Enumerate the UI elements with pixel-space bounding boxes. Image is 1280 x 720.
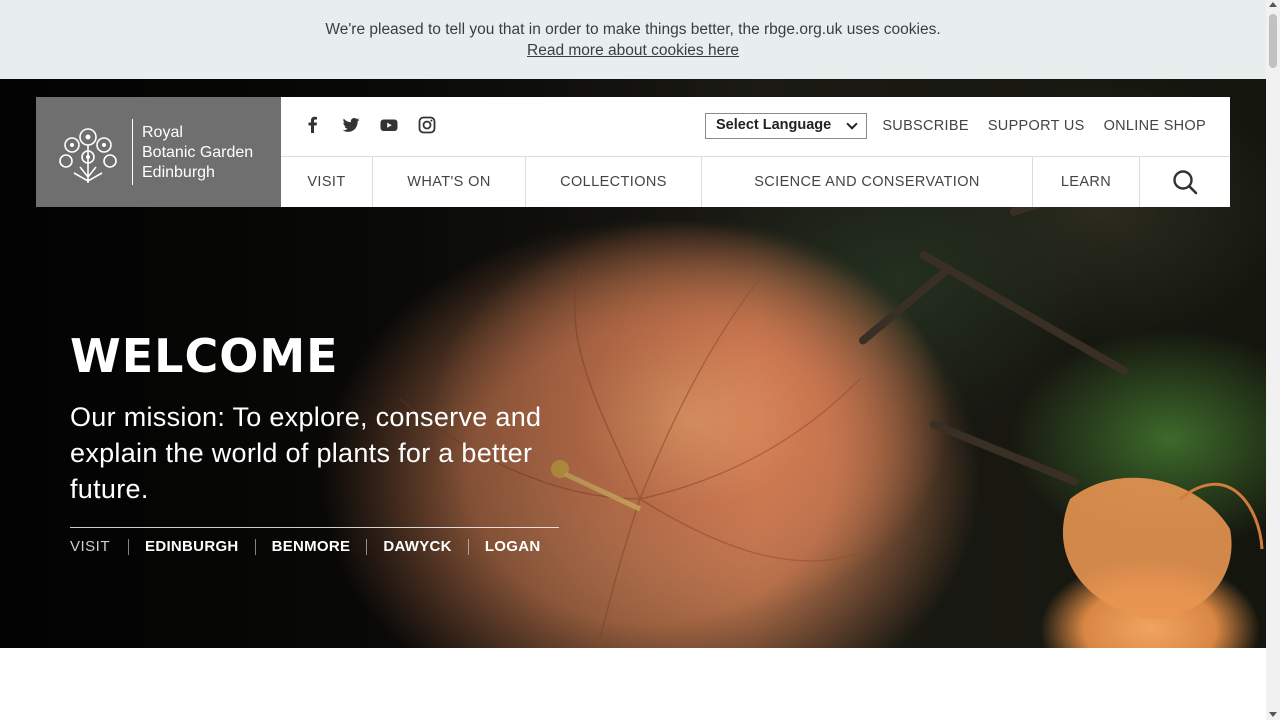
nav-item-whats-on[interactable]: WHAT'S ON [373, 157, 526, 207]
nav-item-science-and-conservation[interactable]: SCIENCE AND CONSERVATION [702, 157, 1033, 207]
cookie-read-more-link[interactable]: Read more about cookies here [527, 42, 739, 59]
garden-visit-links: VISIT EDINBURGH BENMORE DAWYCK LOGAN [70, 527, 559, 555]
chevron-down-icon [846, 118, 858, 130]
main-navigation: VISIT WHAT'S ON COLLECTIONS SCIENCE AND … [281, 157, 1230, 207]
logo-line: Edinburgh [142, 164, 215, 181]
nav-item-visit[interactable]: VISIT [281, 157, 373, 207]
subscribe-link[interactable]: SUBSCRIBE [882, 118, 969, 134]
logo-divider [132, 119, 133, 185]
nav-item-collections[interactable]: COLLECTIONS [526, 157, 702, 207]
scroll-up-arrow-icon[interactable] [1269, 2, 1277, 7]
garden-link-edinburgh[interactable]: EDINBURGH [129, 538, 255, 555]
page-scrollbar[interactable] [1266, 0, 1280, 720]
visit-label: VISIT [70, 538, 111, 555]
logo-line: Royal [142, 124, 183, 141]
language-select-label: Select Language [716, 117, 832, 133]
garden-link-dawyck[interactable]: DAWYCK [367, 538, 467, 555]
online-shop-link[interactable]: ONLINE SHOP [1104, 118, 1206, 134]
logo-text: Royal Botanic Garden Edinburgh [142, 123, 253, 183]
hero-title: WELCOME [70, 329, 339, 383]
cookie-banner: We're pleased to tell you that in order … [0, 0, 1266, 79]
botanic-flower-emblem-icon [59, 128, 117, 183]
garden-link-benmore[interactable]: BENMORE [256, 538, 367, 555]
utility-bar: Select Language SUBSCRIBE SUPPORT US ONL… [281, 97, 1230, 157]
facebook-icon[interactable] [303, 115, 323, 135]
hero-mission-text: Our mission: To explore, conserve and ex… [70, 402, 542, 504]
utility-links: SUBSCRIBE SUPPORT US ONLINE SHOP [882, 118, 1206, 134]
twitter-icon[interactable] [341, 115, 361, 135]
language-select[interactable]: Select Language [705, 113, 867, 139]
instagram-icon[interactable] [417, 115, 437, 135]
logo-line: Botanic Garden [142, 144, 254, 161]
site-logo[interactable]: Royal Botanic Garden Edinburgh [36, 97, 281, 207]
cookie-message: We're pleased to tell you that in order … [325, 21, 941, 38]
youtube-icon[interactable] [379, 115, 399, 135]
scroll-thumb[interactable] [1269, 14, 1277, 68]
nav-item-learn[interactable]: LEARN [1033, 157, 1140, 207]
scroll-down-arrow-icon[interactable] [1269, 712, 1277, 717]
search-icon [1173, 170, 1198, 195]
search-button[interactable] [1140, 157, 1230, 207]
social-links [303, 115, 437, 135]
garden-link-logan[interactable]: LOGAN [469, 538, 541, 555]
support-us-link[interactable]: SUPPORT US [988, 118, 1085, 134]
